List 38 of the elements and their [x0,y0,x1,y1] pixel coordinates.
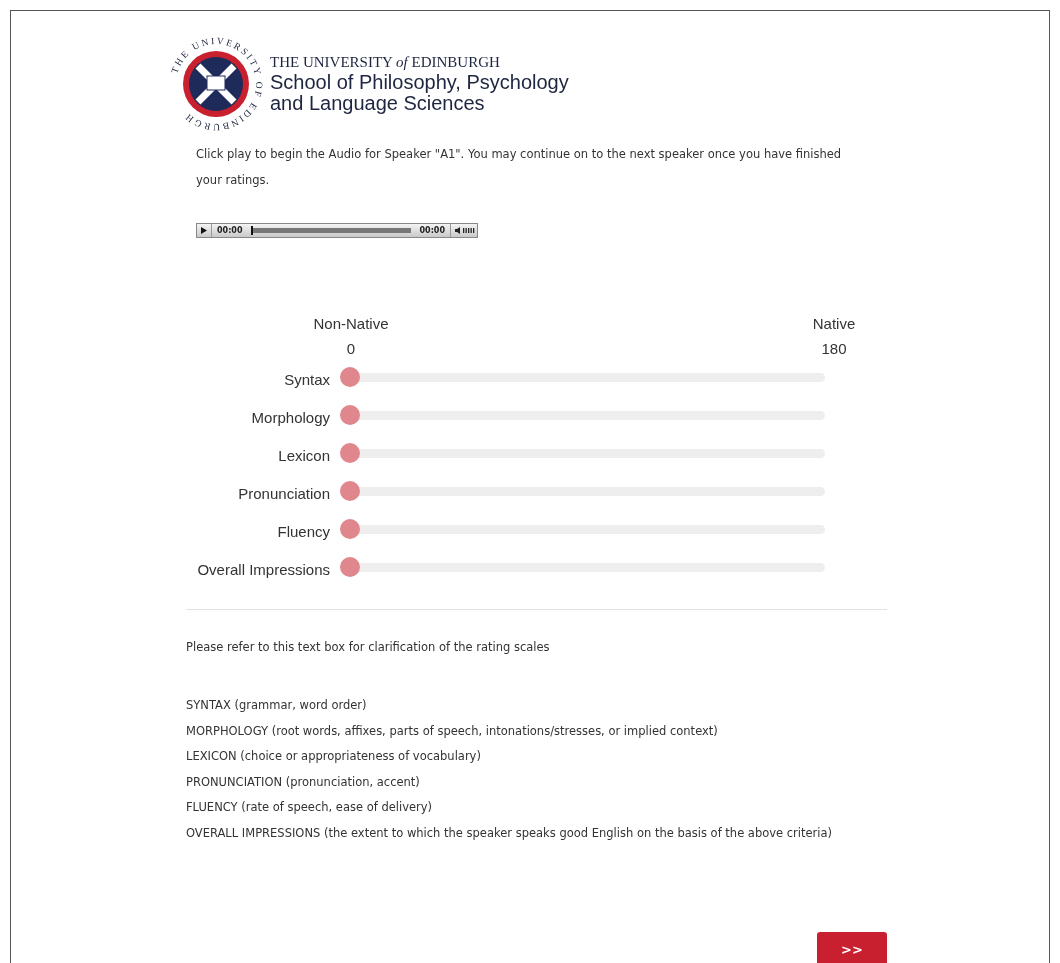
university-name: THE UNIVERSITY of EDINBURGH [270,54,501,71]
scale-min-label: Non-Native [313,315,389,332]
slider-label: Lexicon [277,446,331,464]
slider-label: Fluency [276,522,331,540]
scale-definition: MORPHOLOGY (root words, affixes, parts of speech, intonations/stresses, or implied context) [186,722,719,740]
current-time: 00:00 [216,226,244,235]
scale-definition: PRONUNCIATION (pronunciation, accent) [186,773,421,791]
scale-definition: LEXICON (choice or appropriateness of vocabulary) [186,748,482,766]
slider-thumb[interactable] [340,557,360,577]
school-name: and Language Sciences [270,93,485,114]
slider-label: Overall Impressions [196,560,331,578]
school-name: School of Philosophy, Psychology [270,72,569,93]
slider-label: Syntax [283,370,331,388]
scale-definition: FLUENCY (rate of speech, ease of delivery) [186,799,434,817]
scale-min-value: 0 [346,340,356,357]
scale-max-value: 180 [821,340,847,357]
duration-time: 00:00 [418,226,446,235]
slider-thumb[interactable] [340,481,360,501]
clarification-intro: Please refer to this text box for clarification of the rating scales [186,640,551,654]
slider-label: Pronunciation [237,484,331,502]
slider[interactable] [340,481,825,501]
progress-track[interactable] [251,228,411,233]
slider-thumb[interactable] [340,443,360,463]
slider-thumb[interactable] [340,405,360,425]
slider[interactable] [340,443,825,463]
scale-definition: OVERALL IMPRESSIONS (the extent to which the speaker speaks good English on the basis of the above criteria) [186,824,834,842]
scale-max-label: Native [812,315,856,332]
next-button[interactable]: >> [817,931,887,963]
scale-definition: SYNTAX (grammar, word order) [186,697,368,714]
instructions-text: Click play to begin the Audio for Speaker "A1". You may continue on to the next speaker once you have finished your ratings. [196,146,843,189]
progress-handle[interactable] [251,226,254,235]
slider-thumb[interactable] [340,367,360,387]
slider-thumb[interactable] [340,519,360,539]
slider[interactable] [340,405,825,425]
slider[interactable] [340,519,825,539]
slider-label: Morphology [250,408,331,426]
slider[interactable] [340,367,825,387]
slider[interactable] [340,557,825,577]
